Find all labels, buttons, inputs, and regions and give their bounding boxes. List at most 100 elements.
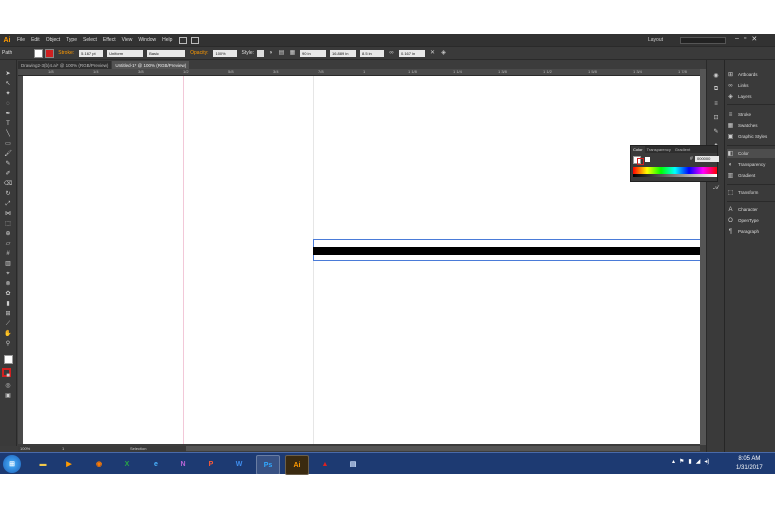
maximize-icon[interactable]: ▫ [744,35,746,43]
lasso-tool-icon[interactable]: ◌ [3,100,13,109]
fill-swatch[interactable] [34,48,44,58]
tab-drawing[interactable]: Drawing2-3(b)4.ai* @ 100% (RGB/Preview) [18,61,112,69]
help-search-input[interactable] [680,37,726,44]
grayscale-ramp[interactable] [633,174,717,177]
panel-links[interactable]: ∞ Links [727,81,775,90]
stroke-weight-field[interactable]: 5.167 pt [79,49,104,57]
acrobat-icon[interactable]: ▲ [314,455,336,473]
notepad-icon[interactable]: ▤ [342,455,364,473]
volume-icon[interactable]: ◂) [704,458,709,465]
tab-color[interactable]: Color [631,146,645,153]
slice-tool-icon[interactable]: ⟋ [3,320,13,329]
panel-gradient[interactable]: ▥ Gradient [727,171,775,180]
close-icon[interactable]: ✕ [751,35,757,43]
onenote-icon[interactable]: N [172,455,194,473]
panel-swatches[interactable]: ▦ Swatches [727,121,775,130]
rectangle-tool-icon[interactable]: ▭ [3,140,13,149]
menu-object[interactable]: Object [43,37,63,43]
panel-layers[interactable]: ◈ Layers [727,92,775,101]
excel-icon[interactable]: X [116,455,138,473]
white-swatch[interactable] [645,157,650,162]
width-tool-icon[interactable]: ⋈ [3,210,13,219]
current-tool-status[interactable]: Selection [130,446,146,451]
panel-stroke[interactable]: ≡ Stroke [727,110,775,119]
opacity-field[interactable]: 100% [213,49,238,57]
height-field[interactable]: 0.167 in [399,49,425,57]
menu-file[interactable]: File [14,37,28,43]
media-player-icon[interactable]: ▶ [58,455,80,473]
panel-artboards[interactable]: ⊞ Artboards [727,70,775,79]
pen-tool-icon[interactable]: ✒ [3,110,13,119]
line-tool-icon[interactable]: ╲ [3,130,13,139]
artboard-canvas[interactable] [23,76,701,444]
horizontal-ruler[interactable]: 1/8 1/4 3/8 1/2 5/8 3/4 7/8 1 1 1/8 1 1/… [18,69,703,76]
panel-transparency[interactable]: ◐ Transparency [727,160,775,169]
flag-icon[interactable]: ⚑ [679,458,684,465]
menu-effect[interactable]: Effect [100,37,119,43]
photoshop-icon[interactable]: Ps [256,455,280,475]
reference-point-icon[interactable]: ▦ [289,50,296,57]
start-button[interactable]: ⊞ [3,455,21,473]
pencil-tool-icon[interactable]: ✎ [3,160,13,169]
type-panel-icon[interactable]: 𝒜 [712,184,720,192]
graphic-style-swatch[interactable] [257,49,264,57]
menu-view[interactable]: View [119,37,136,43]
drawing-mode-icon[interactable]: ◎ [3,382,13,391]
link-proportions-icon[interactable]: ∞ [388,50,395,57]
opacity-label[interactable]: Opacity: [190,50,208,56]
symbol-sprayer-tool-icon[interactable]: ✿ [3,290,13,299]
align-panel-icon[interactable]: ≡ [712,100,720,108]
blob-brush-tool-icon[interactable]: ✐ [3,170,13,179]
rotate-tool-icon[interactable]: ↻ [3,190,13,199]
eyedropper-tool-icon[interactable]: ⌖ [3,270,13,279]
panel-opentype[interactable]: O OpenType [727,216,775,225]
paintbrush-tool-icon[interactable]: 🖌 [3,150,13,159]
column-graph-tool-icon[interactable]: ▮ [3,300,13,309]
pathfinder-icon[interactable]: ⊡ [712,114,720,122]
menu-window[interactable]: Window [135,37,159,43]
color-spectrum[interactable] [633,167,717,174]
firefox-icon[interactable]: ◉ [88,455,110,473]
panel-character[interactable]: A Character [727,205,775,214]
transform-icon[interactable]: ✕ [429,50,436,57]
menu-type[interactable]: Type [63,37,80,43]
screen-mode-icon[interactable]: ▣ [3,392,13,401]
variable-width-profile[interactable]: Uniform [107,49,144,57]
tab-gradient[interactable]: Gradient [673,146,692,153]
magic-wand-tool-icon[interactable]: ✦ [3,90,13,99]
menu-edit[interactable]: Edit [28,37,43,43]
y-position-field[interactable]: 16.889 in [330,49,356,57]
show-hidden-icons-icon[interactable]: ▴ [672,458,675,465]
artboard-tool-icon[interactable]: ⊞ [3,310,13,319]
align-icon[interactable]: ▤ [278,50,285,57]
brush-definition[interactable]: Basic [147,49,186,57]
isolate-icon[interactable]: ◈ [440,50,447,57]
brushes-icon[interactable]: ✎ [712,128,720,136]
tab-transparency[interactable]: Transparency [645,146,673,153]
type-tool-icon[interactable]: T [3,120,13,129]
panel-graphic-styles[interactable]: ▣ Graphic Styles [727,132,775,141]
mesh-tool-icon[interactable]: # [3,250,13,259]
shape-builder-tool-icon[interactable]: ⊕ [3,230,13,239]
hex-color-input[interactable]: 000000 [695,156,719,162]
horizontal-scrollbar[interactable] [186,446,700,451]
color-mode-icon[interactable]: ■ [3,372,13,381]
eraser-tool-icon[interactable]: ⌫ [3,180,13,189]
word-icon[interactable]: W [228,455,250,473]
zoom-tool-icon[interactable]: ⚲ [3,340,13,349]
arrange-documents-icon[interactable] [191,36,200,44]
stroke-swatch[interactable] [637,158,644,165]
x-position-field[interactable]: 90 in [300,49,326,57]
workspace-switcher[interactable]: Layout [648,37,663,43]
tab-untitled[interactable]: Untitled-1* @ 100% (RGB/Preview) [112,61,190,69]
signal-icon[interactable]: ◢ [696,458,701,465]
menu-help[interactable]: Help [159,37,175,43]
minimize-icon[interactable]: – [735,35,739,43]
bridge-icon[interactable] [179,36,188,44]
stroke-label[interactable]: Stroke: [58,50,74,56]
taskbar-clock[interactable]: 8:05 AM 1/31/2017 [736,455,763,473]
navigator-icon[interactable]: ⧉ [712,85,720,93]
panel-color[interactable]: ◧ Color [727,149,775,158]
zoom-level[interactable]: 100% [20,446,30,451]
recolor-icon[interactable]: ◑ [267,50,274,57]
